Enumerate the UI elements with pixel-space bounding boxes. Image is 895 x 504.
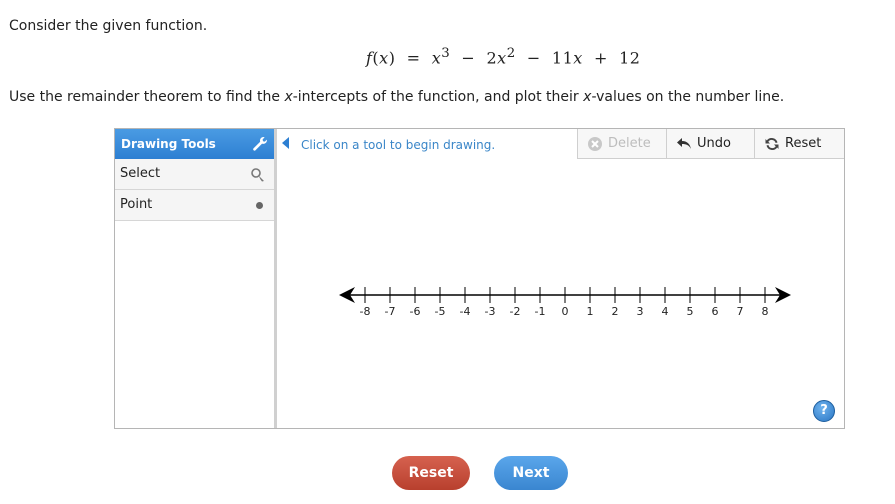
drawing-tools-header: Drawing Tools: [115, 129, 274, 159]
tick-label: -6: [410, 305, 421, 318]
function-variable: x: [379, 48, 389, 68]
tick-label: -2: [510, 305, 521, 318]
tool-select-label: Select: [120, 166, 161, 181]
drawing-tools-panel: Drawing Tools Select Point: [115, 129, 277, 428]
undo-label: Undo: [697, 136, 731, 151]
tick-label: -4: [460, 305, 471, 318]
term-x3-exp: 3: [441, 46, 451, 61]
tick-label: 0: [562, 305, 569, 318]
drawing-hint: Click on a tool to begin drawing.: [301, 138, 496, 152]
term-x3-base: x: [431, 48, 442, 68]
delete-button[interactable]: Delete: [577, 129, 666, 159]
reset-button[interactable]: Reset: [392, 456, 470, 490]
tick-label: 6: [712, 305, 719, 318]
tick-label: 5: [687, 305, 694, 318]
tick-label: 3: [637, 305, 644, 318]
tick-label: 1: [587, 305, 594, 318]
term-11x-coef: 11: [551, 48, 574, 68]
tick-label: 8: [762, 305, 769, 318]
tick-label: -5: [435, 305, 446, 318]
tool-select[interactable]: Select: [115, 159, 274, 190]
term-constant: 12: [619, 48, 641, 68]
collapse-panel-icon[interactable]: [282, 137, 289, 149]
toolbar-reset-button[interactable]: Reset: [754, 129, 844, 159]
term-11x-base: x: [573, 48, 583, 68]
function-name: f: [366, 48, 373, 68]
tick-label: -8: [360, 305, 371, 318]
function-equation: f(x) = x3 − 2x2 − 11x + 12: [366, 46, 641, 68]
operator-plus: +: [593, 48, 608, 68]
tick-label: 2: [612, 305, 619, 318]
tool-point[interactable]: Point: [115, 190, 274, 221]
pointer-icon: [251, 168, 264, 182]
instruction-part: -intercepts of the function, and plot th…: [292, 89, 584, 105]
tick-label: 4: [662, 305, 669, 318]
undo-button[interactable]: Undo: [666, 129, 754, 159]
term-2x2-coef: 2: [486, 48, 498, 68]
drawing-toolbar: Click on a tool to begin drawing. Delete…: [277, 129, 844, 159]
term-2x2-base: x: [497, 48, 507, 68]
operator-minus: −: [526, 48, 541, 68]
instruction-part: -values on the number line.: [591, 89, 785, 105]
next-button[interactable]: Next: [494, 456, 568, 490]
tool-point-label: Point: [120, 197, 153, 212]
drawing-tools-title: Drawing Tools: [121, 137, 216, 151]
wrench-icon: [253, 136, 267, 151]
tick-label: -7: [385, 305, 396, 318]
number-line[interactable]: -8 -7 -6 -5 -4 -3 -2 -1 0 1 2 3 4 5 6 7 8: [337, 279, 792, 324]
point-dot-icon: [256, 202, 263, 209]
delete-x-icon: [588, 137, 602, 151]
tick-label: -1: [535, 305, 546, 318]
undo-arrow-icon: [677, 138, 691, 149]
instruction-text: Use the remainder theorem to find the x-…: [9, 89, 784, 105]
toolbar-reset-label: Reset: [785, 136, 822, 151]
delete-label: Delete: [608, 136, 651, 151]
tick-label: 7: [737, 305, 744, 318]
instruction-var: x: [284, 89, 293, 105]
help-icon[interactable]: ?: [813, 400, 835, 422]
refresh-icon: [765, 137, 779, 151]
tick-label: -3: [485, 305, 496, 318]
operator-minus: −: [461, 48, 476, 68]
term-2x2-exp: 2: [506, 46, 516, 61]
intro-text: Consider the given function.: [9, 18, 208, 34]
graphing-widget: Drawing Tools Select Point Click on a to…: [114, 128, 845, 429]
instruction-part: Use the remainder theorem to find the: [9, 89, 285, 105]
